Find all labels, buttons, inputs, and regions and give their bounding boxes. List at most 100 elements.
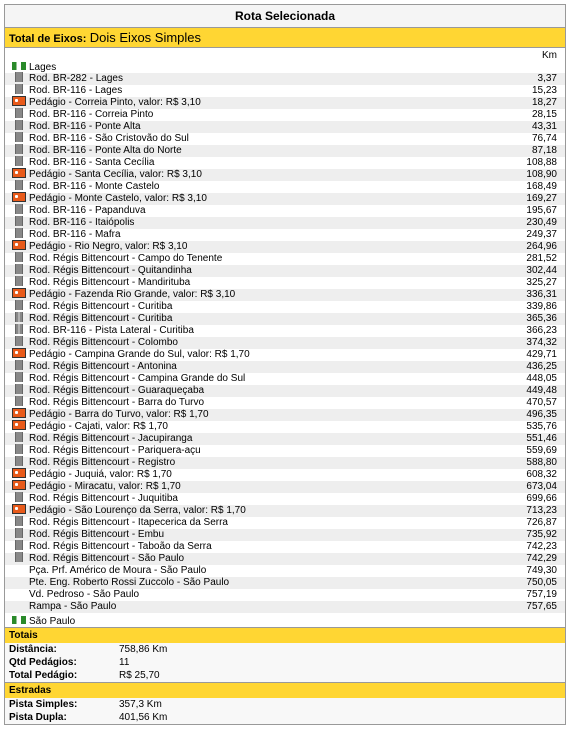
route-segment-label: Rod. Régis Bittencourt - Juquitiba [29,493,501,505]
highway-icon [15,324,23,334]
road-icon [15,528,23,538]
single-lane-label: Pista Simples: [9,699,119,710]
route-row: Rod. BR-116 - Itaiópolis230,49 [5,217,565,229]
toll-icon [12,504,26,514]
destination-row: São Paulo [5,615,565,627]
route-segment-label: Pedágio - Monte Castelo, valor: R$ 3,10 [29,193,501,205]
route-segment-km: 302,44 [501,265,561,277]
route-row: Rod. Régis Bittencourt - Jacupiranga551,… [5,433,565,445]
road-icon [15,156,23,166]
route-row: Rod. Régis Bittencourt - Itapecerica da … [5,517,565,529]
route-row: Rod. Régis Bittencourt - Curitiba365,36 [5,313,565,325]
route-segment-km: 365,36 [501,313,561,325]
route-segment-label: Rod. BR-116 - Papanduva [29,205,501,217]
route-segment-km: 76,74 [501,133,561,145]
double-lane-label: Pista Dupla: [9,712,119,723]
route-segment-label: Pedágio - Santa Cecília, valor: R$ 3,10 [29,169,501,181]
road-icon [15,144,23,154]
route-segment-label: Pedágio - São Lourenço da Serra, valor: … [29,505,501,517]
route-segment-label: Rod. BR-116 - Pista Lateral - Curitiba [29,325,501,337]
roads-double-row: Pista Dupla: 401,56 Km [5,711,565,724]
route-segment-label: Rod. BR-116 - Monte Castelo [29,181,501,193]
route-segment-label: Rod. Régis Bittencourt - Guaraqueçaba [29,385,501,397]
road-icon [15,216,23,226]
road-icon [15,552,23,562]
toll-icon [12,288,26,298]
route-segment-label: Rod. BR-116 - Ponte Alta do Norte [29,145,501,157]
highway-icon [15,312,23,322]
route-segment-label: Rod. BR-116 - Correia Pinto [29,109,501,121]
axles-label: Total de Eixos: [9,33,86,45]
route-segment-km: 608,32 [501,469,561,481]
route-segment-label: Pedágio - Barra do Turvo, valor: R$ 1,70 [29,409,501,421]
route-segment-km: 325,27 [501,277,561,289]
road-icon [15,396,23,406]
route-row: Rod. Régis Bittencourt - Quitandinha302,… [5,265,565,277]
route-segment-label: Rod. BR-116 - Itaiópolis [29,217,501,229]
route-segment-km: 449,48 [501,385,561,397]
route-segment-km: 230,49 [501,217,561,229]
route-segment-label: Pedágio - Rio Negro, valor: R$ 3,10 [29,241,501,253]
road-icon [15,72,23,82]
route-segment-label: Rod. BR-116 - Lages [29,85,501,97]
route-row: Rod. Régis Bittencourt - Guaraqueçaba449… [5,385,565,397]
route-segment-km: 429,71 [501,349,561,361]
road-icon [15,108,23,118]
road-icon [15,360,23,370]
route-row: Vd. Pedroso - São Paulo757,19 [5,589,565,601]
route-segment-label: Rod. Régis Bittencourt - São Paulo [29,553,501,565]
route-segment-km: 559,69 [501,445,561,457]
route-segment-label: Pça. Prf. Américo de Moura - São Paulo [29,565,501,577]
route-row: Rod. Régis Bittencourt - Antonina436,25 [5,361,565,373]
route-segment-km: 551,46 [501,433,561,445]
toll-icon [12,420,26,430]
road-icon [15,300,23,310]
route-segment-label: Rod. Régis Bittencourt - Quitandinha [29,265,501,277]
route-segment-km: 742,29 [501,553,561,565]
start-flag-icon [12,62,26,70]
km-header: Km [501,50,561,61]
route-segment-km: 169,27 [501,193,561,205]
route-segment-km: 735,92 [501,529,561,541]
route-row: Rod. BR-116 - Papanduva195,67 [5,205,565,217]
tollcount-label: Qtd Pedágios: [9,657,119,668]
route-segment-km: 757,65 [501,601,561,613]
route-row: Rod. BR-116 - Mafra249,37 [5,229,565,241]
route-segment-km: 448,05 [501,373,561,385]
road-icon [15,204,23,214]
route-segment-label: Pedágio - Juquiá, valor: R$ 1,70 [29,469,501,481]
double-lane-value: 401,56 Km [119,712,349,723]
roads-title: Estradas [5,682,565,698]
route-panel: Rota Selecionada Total de Eixos: Dois Ei… [4,4,566,725]
route-row: Pedágio - Campina Grande do Sul, valor: … [5,349,565,361]
route-row: Rod. BR-116 - Ponte Alta43,31 [5,121,565,133]
route-segment-km: 336,31 [501,289,561,301]
road-icon [15,84,23,94]
route-segment-km: 742,23 [501,541,561,553]
route-row: Pedágio - Santa Cecília, valor: R$ 3,101… [5,169,565,181]
route-segment-label: Rod. BR-116 - Mafra [29,229,501,241]
end-flag-icon [12,616,26,624]
route-row: Rod. Régis Bittencourt - Campo do Tenent… [5,253,565,265]
route-row: Pedágio - Correia Pinto, valor: R$ 3,101… [5,97,565,109]
route-row: Pedágio - Monte Castelo, valor: R$ 3,101… [5,193,565,205]
route-segment-label: Rod. Régis Bittencourt - Jacupiranga [29,433,501,445]
route-segment-km: 588,80 [501,457,561,469]
route-segment-km: 264,96 [501,241,561,253]
route-segment-label: Rod. Régis Bittencourt - Embu [29,529,501,541]
route-segment-label: Rod. Régis Bittencourt - Barra do Turvo [29,397,501,409]
route-segment-km: 281,52 [501,253,561,265]
road-icon [15,540,23,550]
road-icon [15,492,23,502]
distance-label: Distância: [9,644,119,655]
route-row: Rod. BR-116 - São Cristovão do Sul76,74 [5,133,565,145]
axles-bar: Total de Eixos: Dois Eixos Simples [5,28,565,48]
route-row: Rod. Régis Bittencourt - Juquitiba699,66 [5,493,565,505]
destination-label: São Paulo [29,616,501,627]
route-segment-km: 18,27 [501,97,561,109]
route-segment-label: Pedágio - Miracatu, valor: R$ 1,70 [29,481,501,493]
route-segment-km: 699,66 [501,493,561,505]
route-segment-km: 108,90 [501,169,561,181]
route-segment-km: 249,37 [501,229,561,241]
toll-icon [12,192,26,202]
